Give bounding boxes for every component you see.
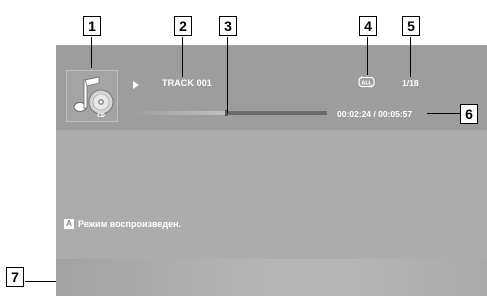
callout-2-leader (182, 37, 183, 77)
album-art: CD (66, 70, 118, 122)
callout-1-leader (91, 37, 92, 68)
playback-screen: CD TRACK 001 ALL 1/18 00:02:24 / 00:05:5… (56, 45, 487, 296)
info-panel (56, 45, 487, 130)
mode-badge-icon: A (64, 219, 74, 229)
repeat-mode-text: ALL (361, 80, 372, 86)
track-label: TRACK 001 (162, 78, 212, 88)
bottom-bar (56, 259, 487, 296)
callout-3-leader (227, 37, 228, 113)
callout-5-leader (410, 37, 411, 77)
progress-fill (132, 111, 226, 115)
callout-4-leader (367, 37, 368, 75)
progress-bar (132, 110, 327, 116)
callout-6: 6 (460, 104, 478, 124)
playback-mode-text: Режим воспроизведен. (78, 219, 182, 229)
callout-4: 4 (359, 16, 377, 36)
play-icon (133, 81, 139, 89)
time-display: 00:02:24 / 00:05:57 (337, 109, 413, 119)
callout-6-leader (427, 113, 460, 114)
callout-7: 7 (6, 267, 24, 287)
callout-1: 1 (83, 16, 101, 36)
track-count: 1/18 (402, 78, 419, 88)
music-note-disc-icon: CD (73, 76, 114, 119)
callout-3: 3 (219, 16, 237, 36)
svg-text:CD: CD (97, 113, 105, 119)
callout-2: 2 (174, 16, 192, 36)
repeat-all-icon: ALL (358, 76, 375, 88)
callout-5: 5 (402, 16, 420, 36)
callout-7-leader (25, 281, 56, 282)
